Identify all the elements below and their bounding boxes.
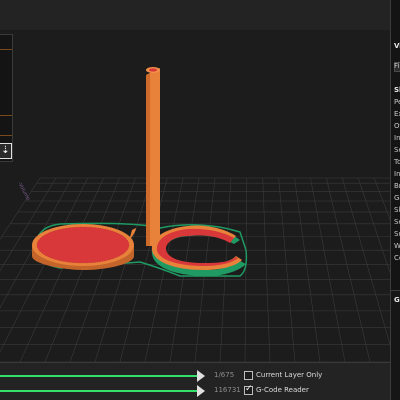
settings-label-fragment: Sk	[394, 86, 400, 94]
settings-label-fragment: Fi	[394, 62, 400, 70]
settings-label-fragment: Se	[394, 218, 400, 226]
current-layer-only-label: Current Layer Only	[256, 371, 323, 379]
checkmark-icon: ✓	[245, 384, 253, 394]
settings-panel: Vi Fi Sk Pe Ex Of In Se To In Br Ga Sk Se Su We Ce G	[390, 0, 400, 400]
current-layer-only-checkbox[interactable]	[244, 371, 253, 380]
layer-slider-handle[interactable]	[197, 370, 205, 382]
download-button[interactable]: ⇣	[0, 143, 12, 159]
download-arrow-icon: ⇣	[1, 145, 10, 156]
settings-label-fragment: Se	[394, 146, 400, 154]
settings-label-fragment: Ex	[394, 110, 400, 118]
print-pillar	[146, 67, 160, 246]
settings-label-fragment: Of	[394, 122, 400, 130]
print-disc	[32, 224, 136, 270]
settings-label-fragment: To	[394, 158, 400, 166]
move-slider-handle[interactable]	[197, 385, 205, 397]
settings-panel-section	[391, 290, 400, 400]
move-counter: 116731	[214, 386, 241, 394]
settings-label-fragment: Ce	[394, 254, 400, 262]
layer-counter: 1/675	[214, 371, 235, 379]
gcode-reader-checkbox[interactable]: ✓	[244, 384, 253, 395]
layer-control-bar: 1/675 116731 Current Layer Only ✓ G-Code…	[0, 362, 390, 400]
settings-label-fragment: Su	[394, 230, 400, 238]
settings-label-fragment: In	[394, 134, 400, 142]
move-slider[interactable]	[0, 385, 205, 397]
settings-label-fragment: Pe	[394, 98, 400, 106]
settings-label-fragment: Sk	[394, 206, 400, 214]
left-panel-header	[0, 35, 12, 50]
move-slider-track	[0, 390, 200, 392]
gcode-reader-label: G-Code Reader	[256, 386, 309, 394]
layer-slider-track	[0, 375, 200, 377]
left-panel-divider	[0, 115, 12, 116]
layer-slider[interactable]	[0, 370, 205, 382]
left-panel-divider	[0, 135, 12, 136]
settings-label-fragment: We	[394, 242, 400, 250]
settings-label-fragment: G	[394, 296, 400, 304]
3d-viewport[interactable]: -Volume	[0, 0, 390, 362]
settings-label-fragment: Vi	[394, 42, 400, 50]
settings-label-fragment: In	[394, 170, 400, 178]
settings-label-fragment: Br	[394, 182, 400, 190]
viewport-top-strip	[0, 0, 390, 30]
settings-label-fragment: Ga	[394, 194, 400, 202]
